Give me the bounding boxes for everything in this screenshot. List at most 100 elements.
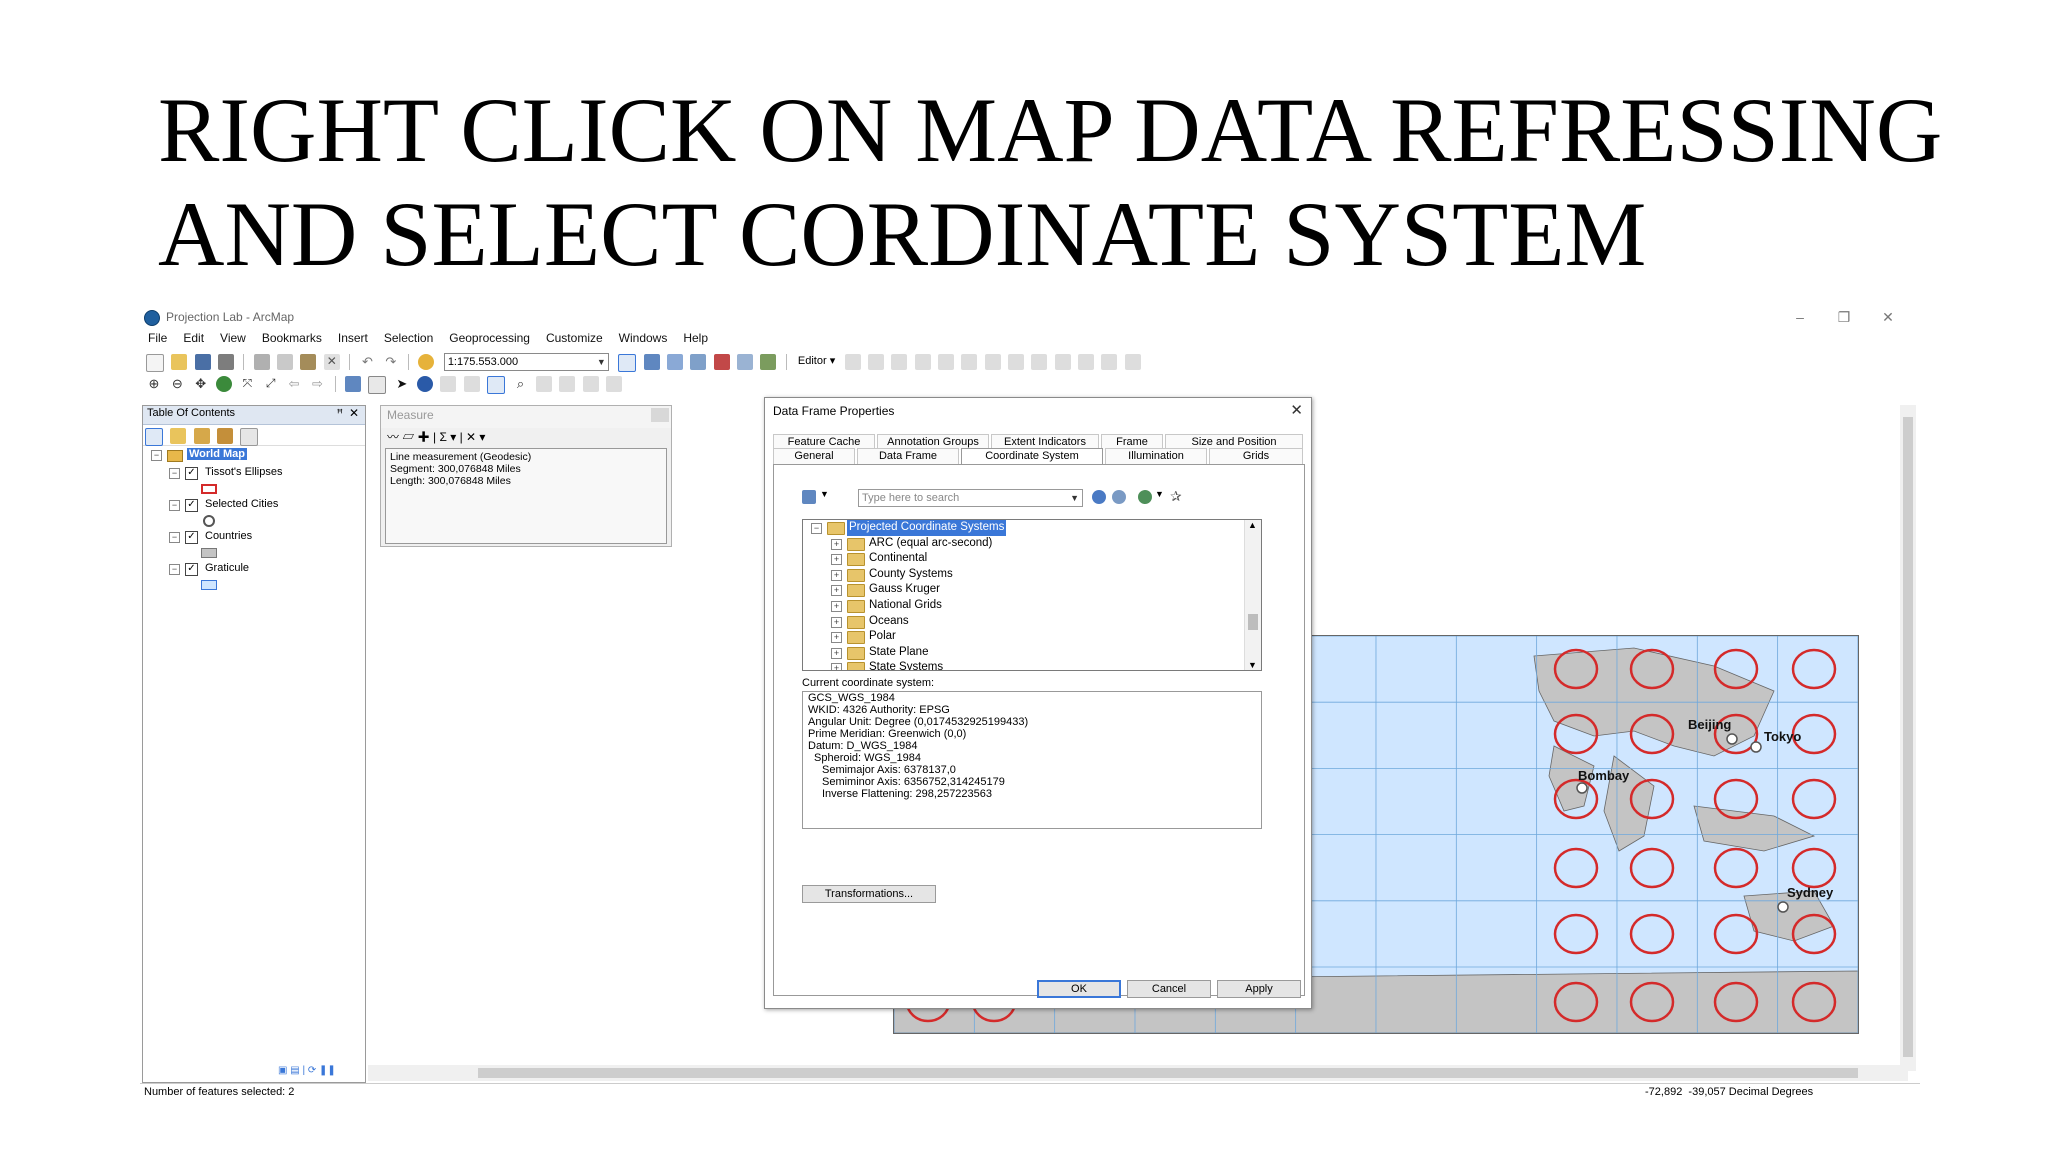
zoom-in-icon[interactable]: ⊕ xyxy=(146,376,162,392)
open-folder-icon[interactable] xyxy=(171,354,188,370)
collapse-icon[interactable]: − xyxy=(169,564,180,575)
menu-insert[interactable]: Insert xyxy=(330,329,376,347)
ok-button[interactable]: OK xyxy=(1037,980,1121,998)
search-icon[interactable] xyxy=(1092,490,1106,504)
edit-vertices-icon[interactable] xyxy=(961,354,978,370)
toc-layer[interactable]: − ✓ Countries xyxy=(143,528,365,560)
menu-edit[interactable]: Edit xyxy=(175,329,212,347)
apply-button[interactable]: Apply xyxy=(1217,980,1301,998)
catalog-icon[interactable] xyxy=(666,354,683,370)
tab-grids[interactable]: Grids xyxy=(1209,448,1303,464)
new-document-icon[interactable] xyxy=(146,354,164,372)
dialog-close-button[interactable]: ✕ xyxy=(1290,401,1303,419)
toc-layer[interactable]: − ✓ Tissot's Ellipses xyxy=(143,464,365,496)
straight-segment-icon[interactable] xyxy=(891,354,908,370)
clear-selection-icon[interactable] xyxy=(368,376,387,394)
tab-general[interactable]: General xyxy=(773,448,855,464)
scroll-up-icon[interactable]: ▲ xyxy=(1248,520,1257,530)
expand-icon[interactable]: + xyxy=(831,663,842,670)
search-window-icon[interactable] xyxy=(690,354,707,370)
pan-icon[interactable]: ✥ xyxy=(193,376,209,392)
fixed-zoom-out-icon[interactable]: ⤢ xyxy=(263,376,279,392)
list-by-visibility-icon[interactable] xyxy=(193,428,210,444)
collapse-icon[interactable]: − xyxy=(169,532,180,543)
restore-button[interactable]: ❐ xyxy=(1828,307,1860,327)
transformations-button[interactable]: Transformations... xyxy=(802,885,936,903)
delete-icon[interactable]: ✕ xyxy=(323,354,340,370)
select-features-icon[interactable] xyxy=(345,376,362,392)
measure-icon[interactable] xyxy=(487,376,506,394)
redo-icon[interactable]: ↷ xyxy=(383,354,399,370)
split-icon[interactable] xyxy=(1031,354,1048,370)
chevron-down-icon[interactable]: ▼ xyxy=(820,489,829,499)
layer-visibility-checkbox[interactable]: ✓ xyxy=(185,499,198,512)
scroll-thumb[interactable] xyxy=(1903,417,1913,1057)
add-data-icon[interactable] xyxy=(418,354,435,370)
editor-toolbar-icon[interactable] xyxy=(618,354,637,372)
collapse-icon[interactable]: − xyxy=(811,523,822,534)
collapse-icon[interactable]: − xyxy=(169,468,180,479)
tab-illumination[interactable]: Illumination xyxy=(1105,448,1207,464)
copy-icon[interactable] xyxy=(277,354,294,370)
arctoolbox-icon[interactable] xyxy=(713,354,730,370)
fixed-zoom-in-icon[interactable]: ⤧ xyxy=(239,376,255,392)
expand-icon[interactable]: + xyxy=(831,632,842,644)
menu-windows[interactable]: Windows xyxy=(611,329,676,347)
layout-view-icons[interactable]: ▣ ▤ | ⟳ ❚❚ xyxy=(278,1065,336,1076)
viewer-window-icon[interactable] xyxy=(605,376,622,392)
layer-visibility-checkbox[interactable]: ✓ xyxy=(185,563,198,576)
toc-options-icon[interactable] xyxy=(240,428,259,446)
expand-icon[interactable]: + xyxy=(831,600,842,612)
expand-icon[interactable]: + xyxy=(831,616,842,628)
save-icon[interactable] xyxy=(194,354,211,370)
edit-annotation-icon[interactable] xyxy=(867,354,884,370)
layer-visibility-checkbox[interactable]: ✓ xyxy=(185,531,198,544)
html-popup-icon[interactable] xyxy=(463,376,480,392)
tree-node[interactable]: + ARC (equal arc-second) xyxy=(803,536,1261,552)
list-by-source-icon[interactable] xyxy=(170,428,187,444)
find-route-icon[interactable] xyxy=(535,376,552,392)
minimize-button[interactable]: – xyxy=(1784,307,1816,327)
menu-geoprocessing[interactable]: Geoprocessing xyxy=(441,329,538,347)
tree-node[interactable]: + Polar xyxy=(803,629,1261,645)
python-window-icon[interactable] xyxy=(736,354,753,370)
cancel-button[interactable]: Cancel xyxy=(1127,980,1211,998)
identify-icon[interactable] xyxy=(417,376,434,392)
toc-data-frame[interactable]: − World Map xyxy=(143,446,365,464)
collapse-icon[interactable]: − xyxy=(151,450,162,461)
menu-bookmarks[interactable]: Bookmarks xyxy=(254,329,330,347)
hyperlink-icon[interactable] xyxy=(440,376,457,392)
map-horizontal-scrollbar[interactable]: ▣ ▤ | ⟳ ❚❚ xyxy=(278,1065,1908,1081)
scroll-thumb[interactable] xyxy=(478,1068,1858,1078)
measure-close-button[interactable] xyxy=(651,408,669,422)
midpoint-icon[interactable] xyxy=(937,354,954,370)
expand-icon[interactable]: + xyxy=(831,569,842,581)
tree-node[interactable]: + County Systems xyxy=(803,567,1261,583)
find-icon[interactable]: ⌕ xyxy=(513,376,529,392)
paste-icon[interactable] xyxy=(300,354,317,370)
chevron-down-icon[interactable]: ▼ xyxy=(1155,489,1164,499)
menu-selection[interactable]: Selection xyxy=(376,329,441,347)
toc-layer[interactable]: − ✓ Graticule xyxy=(143,560,365,592)
create-features-icon[interactable] xyxy=(1124,354,1141,370)
filter-icon[interactable] xyxy=(802,490,816,504)
select-elements-icon[interactable]: ➤ xyxy=(394,376,410,392)
undo-icon[interactable]: ↶ xyxy=(359,354,375,370)
toc-layer[interactable]: − ✓ Selected Cities xyxy=(143,496,365,528)
model-builder-icon[interactable] xyxy=(760,354,777,370)
tree-node[interactable]: + State Systems xyxy=(803,660,1261,670)
tab-data-frame[interactable]: Data Frame xyxy=(857,448,959,464)
attributes-icon[interactable] xyxy=(1078,354,1095,370)
expand-icon[interactable]: + xyxy=(831,647,842,659)
toc-close-button[interactable]: ✕ xyxy=(349,406,359,420)
rotate-icon[interactable] xyxy=(1054,354,1071,370)
full-extent-icon[interactable] xyxy=(216,376,233,392)
time-slider-icon[interactable] xyxy=(582,376,599,392)
list-by-drawing-order-icon[interactable] xyxy=(145,428,163,446)
expand-icon[interactable]: + xyxy=(831,585,842,597)
map-scale-select[interactable]: 1:175.553.000 ▼ xyxy=(443,353,609,371)
menu-view[interactable]: View xyxy=(212,329,254,347)
editor-menu-button[interactable]: Editor ▾ xyxy=(798,354,835,367)
scroll-down-icon[interactable]: ▼ xyxy=(1248,660,1257,670)
table-of-contents-icon[interactable] xyxy=(643,354,660,370)
